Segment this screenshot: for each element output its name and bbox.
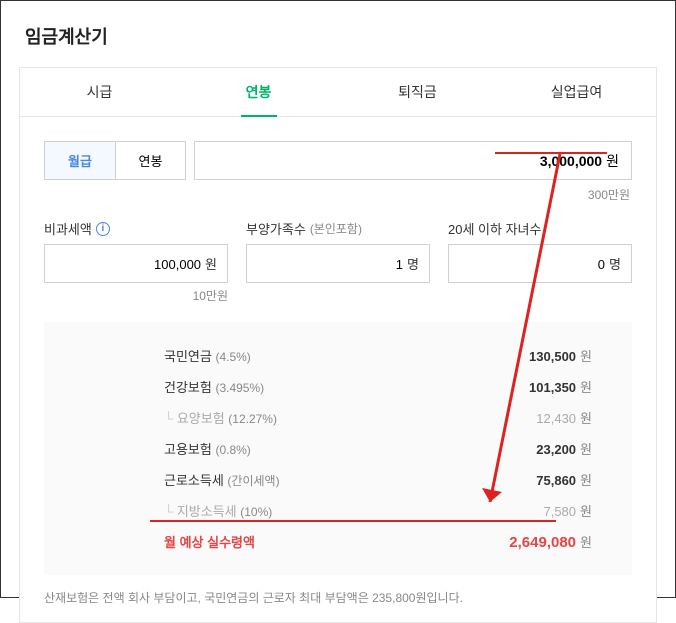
family-input[interactable]: 1명 [246,244,430,283]
info-icon[interactable]: i [96,222,110,236]
family-sub: (본인포함) [310,220,362,237]
mode-annual[interactable]: 연봉 [115,142,185,179]
taxfree-label: 비과세액 [44,219,92,238]
tab-severance[interactable]: 퇴직금 [338,68,497,116]
result-total: 월 예상 실수령액 2,649,080원 [164,526,592,557]
tab-annual[interactable]: 연봉 [179,68,338,116]
calculator-panel: 시급 연봉 퇴직금 실업급여 월급 연봉 3,000,000 원 300만원 비… [19,67,657,623]
annotation-arrow-icon [460,152,580,512]
footnote: 산재보험은 전액 회사 부담이고, 국민연금의 근로자 최대 부담액은 235,… [20,575,656,622]
annotation-underline [150,520,556,522]
salary-unit: 원 [606,151,619,171]
tab-hourly[interactable]: 시급 [20,68,179,116]
tab-unemployment[interactable]: 실업급여 [497,68,656,116]
family-label: 부양가족수 [246,219,306,238]
taxfree-input[interactable]: 100,000원 [44,244,228,283]
taxfree-hint: 10만원 [44,287,228,304]
mode-segment: 월급 연봉 [44,141,186,180]
page-title: 임금계산기 [1,1,675,67]
mode-monthly[interactable]: 월급 [45,142,115,179]
tab-bar: 시급 연봉 퇴직금 실업급여 [20,68,656,117]
